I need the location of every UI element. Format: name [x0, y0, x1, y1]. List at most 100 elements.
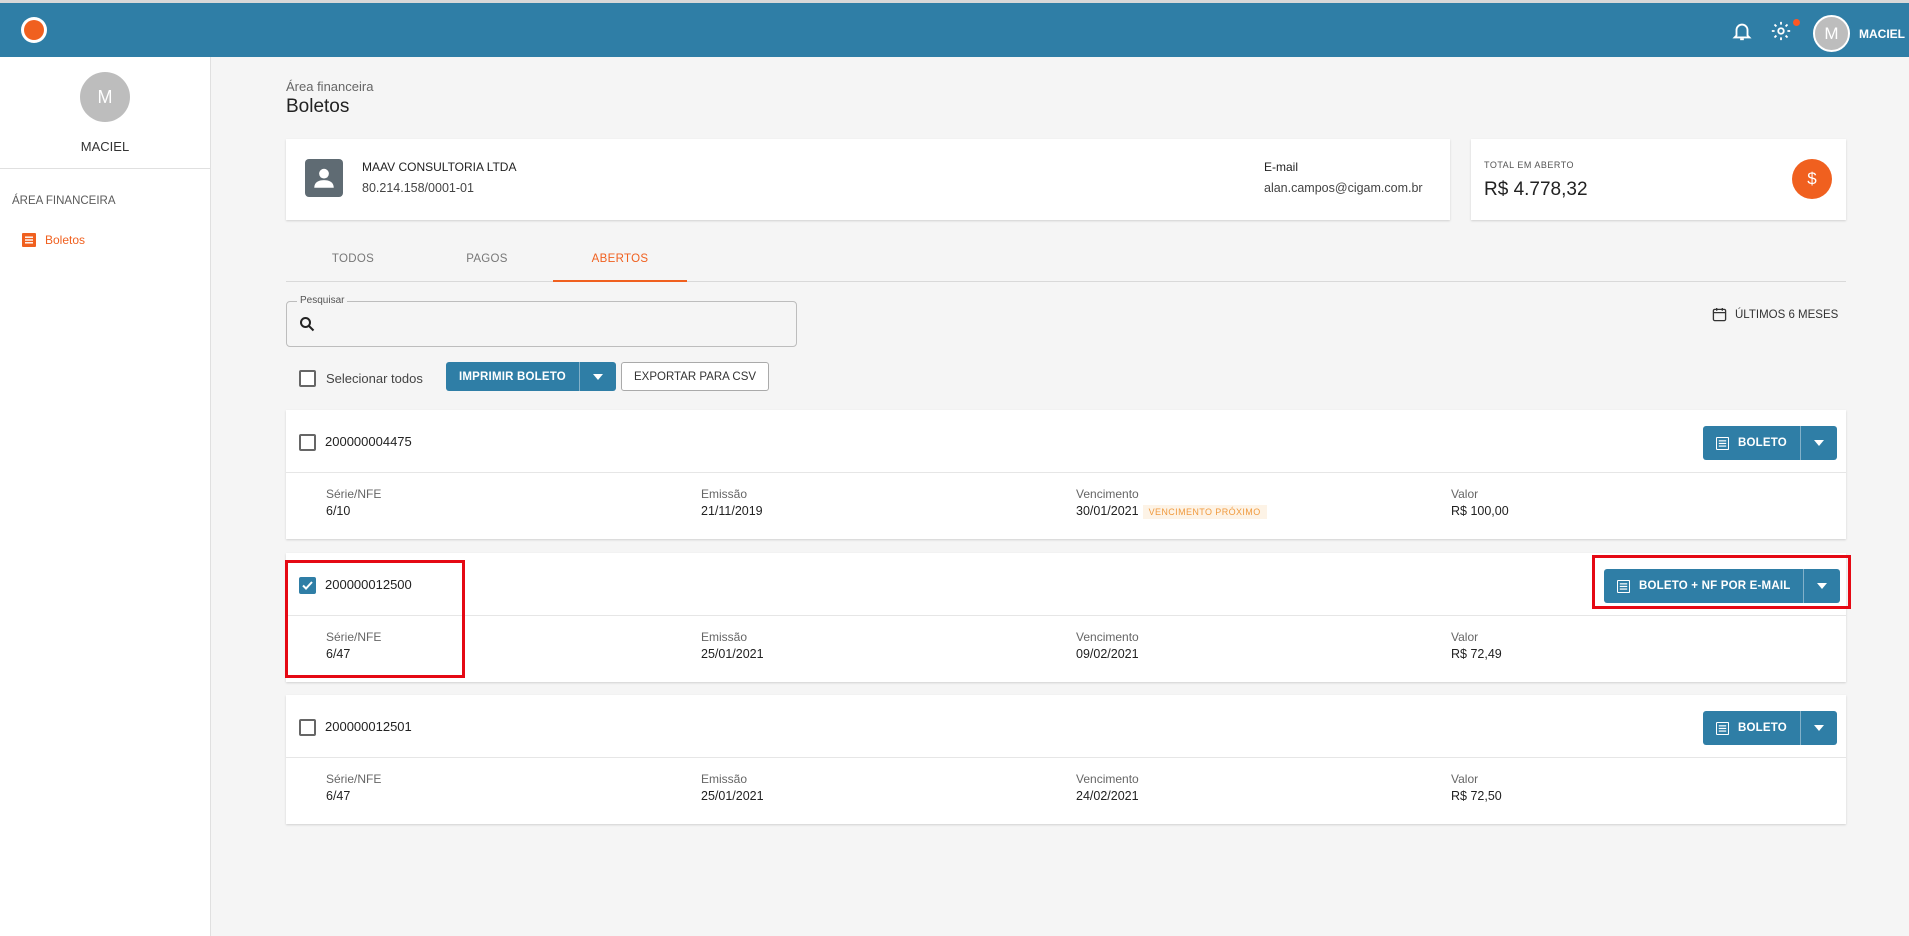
print-dropdown-button[interactable]: [578, 362, 616, 391]
vencimento-value-row: 30/01/2021 VENCIMENTO PRÓXIMO: [1076, 504, 1267, 519]
emissao-value: 25/01/2021: [701, 789, 764, 803]
bell-icon[interactable]: [1731, 20, 1753, 42]
invoice-card: 200000004475 BOLETO Série/NFE 6/10 Emiss…: [286, 410, 1846, 539]
email-value: alan.campos@cigam.com.br: [1264, 181, 1423, 195]
print-boleto-split-button: IMPRIMIR BOLETO: [446, 362, 616, 391]
list-icon: [22, 233, 36, 247]
emissao-value: 21/11/2019: [701, 504, 763, 518]
search-field[interactable]: Pesquisar: [286, 295, 797, 347]
invoice-number: 200000004475: [325, 434, 412, 449]
boleto-button-label: BOLETO: [1738, 722, 1787, 734]
vencimento-label: Vencimento: [1076, 630, 1139, 644]
page-title: Boletos: [286, 96, 350, 117]
sidebar-item-label: Boletos: [45, 233, 86, 247]
invoice-checkbox[interactable]: [299, 719, 316, 736]
valor-field: Valor R$ 100,00: [1451, 487, 1509, 518]
email-label: E-mail: [1264, 160, 1299, 174]
serie-value: 6/10: [326, 504, 351, 518]
tab-pagos[interactable]: PAGOS: [420, 241, 554, 280]
select-all-checkbox[interactable]: [299, 370, 316, 387]
select-all[interactable]: Selecionar todos: [299, 370, 423, 387]
caret-down-icon: [1813, 725, 1824, 731]
search-icon: [300, 317, 315, 332]
breadcrumb: Área financeira: [286, 79, 374, 94]
boleto-split-button: BOLETO: [1703, 426, 1837, 460]
serie-field: Série/NFE 6/47: [326, 772, 381, 803]
app-logo[interactable]: [21, 17, 47, 43]
emissao-field: Emissão 21/11/2019: [701, 487, 763, 518]
user-avatar[interactable]: M: [1813, 15, 1850, 52]
boleto-button[interactable]: BOLETO: [1703, 426, 1800, 460]
vencimento-value: 30/01/2021: [1076, 504, 1139, 518]
valor-field: Valor R$ 72,50: [1451, 772, 1502, 803]
caret-down-icon: [1813, 440, 1824, 446]
divider: [0, 168, 210, 169]
boleto-button-label: BOLETO: [1738, 437, 1787, 449]
gear-icon[interactable]: [1770, 20, 1792, 42]
calendar-icon: [1712, 307, 1727, 322]
emissao-label: Emissão: [701, 630, 748, 644]
company-name: MAAV CONSULTORIA LTDA: [362, 160, 517, 174]
sidebar-avatar: M: [80, 72, 130, 122]
emissao-field: Emissão 25/01/2021: [701, 630, 764, 661]
vencimento-label: Vencimento: [1076, 772, 1139, 786]
vencimento-field: Vencimento 24/02/2021: [1076, 772, 1139, 803]
notification-dot: [1793, 19, 1800, 26]
invoice-header: 200000012501 BOLETO: [286, 695, 1846, 758]
highlight-box-selected-invoice: [285, 560, 465, 678]
tabs: TODOS PAGOS ABERTOS: [286, 241, 1846, 282]
total-card: TOTAL EM ABERTO R$ 4.778,32 $: [1471, 139, 1846, 220]
boleto-dropdown-button[interactable]: [1799, 426, 1837, 460]
dollar-icon: $: [1792, 159, 1832, 199]
invoice-header: 200000004475 BOLETO: [286, 410, 1846, 473]
valor-field: Valor R$ 72,49: [1451, 630, 1502, 661]
boleto-dropdown-button[interactable]: [1799, 711, 1837, 745]
company-cnpj: 80.214.158/0001-01: [362, 181, 474, 195]
user-name[interactable]: MACIEL: [1859, 27, 1905, 41]
company-icon: [305, 159, 343, 197]
print-boleto-button[interactable]: IMPRIMIR BOLETO: [446, 362, 579, 391]
period-label: ÚLTIMOS 6 MESES: [1735, 308, 1839, 321]
top-bar: M MACIEL: [0, 0, 1909, 57]
serie-label: Série/NFE: [326, 487, 382, 501]
invoice-checkbox[interactable]: [299, 434, 316, 451]
emissao-label: Emissão: [701, 487, 748, 501]
export-csv-button[interactable]: EXPORTAR PARA CSV: [621, 362, 770, 391]
boleto-button[interactable]: BOLETO: [1703, 711, 1800, 745]
document-icon: [1716, 721, 1729, 735]
serie-value: 6/47: [326, 789, 351, 803]
valor-value: R$ 72,50: [1451, 789, 1502, 803]
sidebar-section-title: ÁREA FINANCEIRA: [12, 195, 116, 207]
emissao-value: 25/01/2021: [701, 647, 764, 661]
period-filter[interactable]: ÚLTIMOS 6 MESES: [1712, 307, 1838, 322]
sidebar-item-boletos[interactable]: Boletos: [22, 233, 85, 247]
company-card: MAAV CONSULTORIA LTDA 80.214.158/0001-01…: [286, 139, 1450, 220]
caret-down-icon: [592, 373, 603, 380]
status-badge: VENCIMENTO PRÓXIMO: [1142, 505, 1267, 519]
serie-label: Série/NFE: [326, 772, 382, 786]
valor-value: R$ 72,49: [1451, 647, 1502, 661]
invoice-card: 200000012501 BOLETO Série/NFE 6/47 Emiss…: [286, 695, 1846, 824]
tab-abertos[interactable]: ABERTOS: [553, 241, 687, 282]
sidebar: M MACIEL ÁREA FINANCEIRA Boletos: [0, 57, 211, 936]
valor-label: Valor: [1451, 772, 1479, 786]
logo-icon: [24, 20, 44, 40]
vencimento-value: 24/02/2021: [1076, 789, 1139, 803]
vencimento-label: Vencimento: [1076, 487, 1139, 501]
sidebar-user-name: MACIEL: [80, 139, 130, 154]
emissao-field: Emissão 25/01/2021: [701, 772, 764, 803]
total-label: TOTAL EM ABERTO: [1484, 160, 1575, 170]
valor-label: Valor: [1451, 487, 1479, 501]
total-value: R$ 4.778,32: [1484, 179, 1588, 200]
emissao-label: Emissão: [701, 772, 748, 786]
select-all-label: Selecionar todos: [326, 371, 423, 386]
boleto-split-button: BOLETO: [1703, 711, 1837, 745]
vencimento-field: Vencimento 09/02/2021: [1076, 630, 1139, 661]
vencimento-field: Vencimento 30/01/2021 VENCIMENTO PRÓXIMO: [1076, 487, 1267, 519]
highlight-box-email-button: [1592, 555, 1851, 609]
invoice-number: 200000012501: [325, 719, 412, 734]
tab-todos[interactable]: TODOS: [286, 241, 420, 280]
person-icon: [314, 168, 334, 188]
search-input[interactable]: [325, 310, 789, 340]
vencimento-value: 09/02/2021: [1076, 647, 1139, 661]
